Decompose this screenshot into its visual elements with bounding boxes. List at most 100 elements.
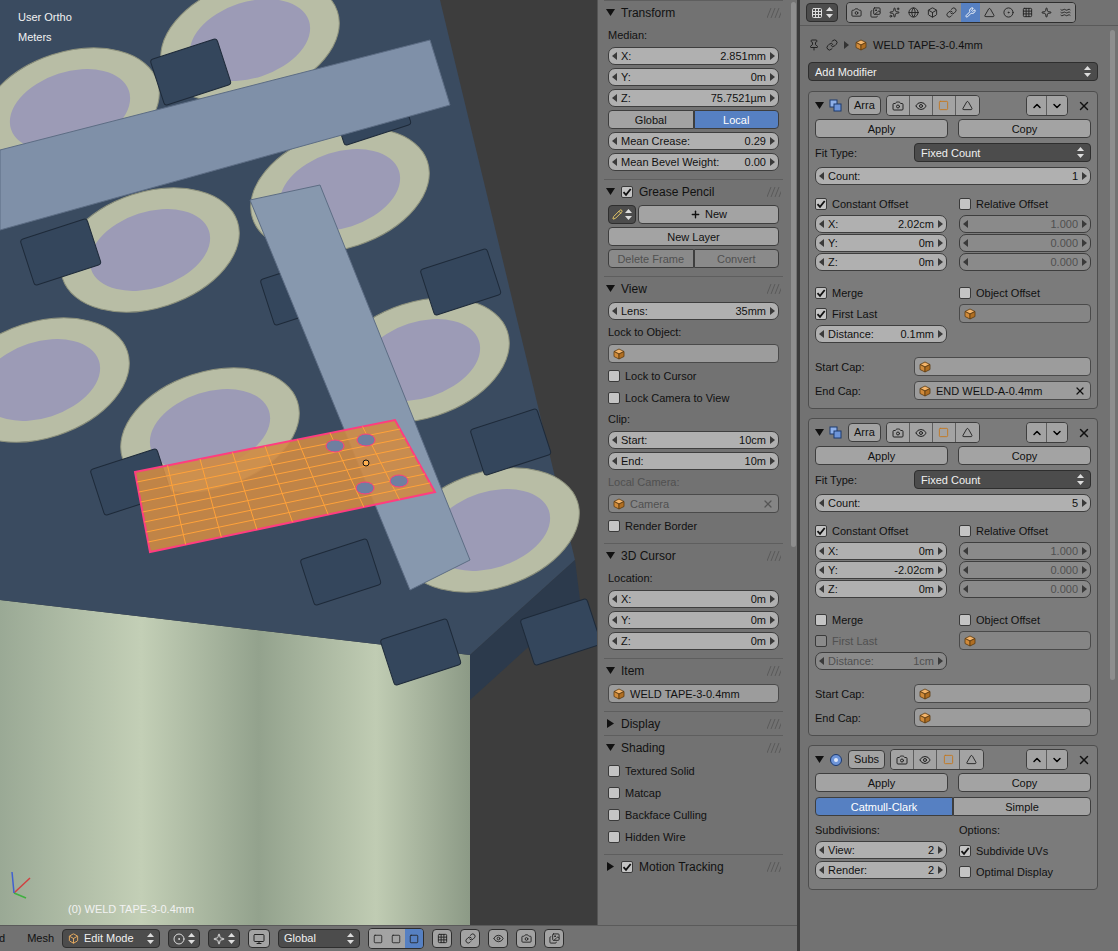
increment-icon[interactable] [938,585,943,593]
increment-icon[interactable] [770,637,775,645]
render-toggle[interactable] [887,96,910,115]
render-toggle[interactable] [891,750,914,769]
object-field[interactable] [608,344,779,363]
number-field[interactable]: Y:0m [608,611,779,629]
apply-button[interactable]: Apply [815,773,948,792]
increment-icon[interactable] [938,239,943,247]
increment-icon[interactable] [770,307,775,315]
end-cap-field[interactable]: END WELD-A-0.4mm [914,381,1091,400]
orientation-dropdown[interactable]: Global [278,929,360,948]
editmode-toggle[interactable] [933,423,956,442]
constant-offset-checkbox[interactable]: Constant Offset [815,521,947,540]
increment-icon[interactable] [938,657,943,665]
decrement-icon[interactable] [612,436,617,444]
apply-button[interactable]: Apply [815,119,948,138]
move-up-button[interactable] [1027,750,1047,769]
number-field[interactable]: X:2.851mm [608,47,779,65]
number-field[interactable]: Z:0m [608,632,779,650]
header-tool-icon[interactable] [460,929,480,948]
segment-button[interactable]: Local [694,110,780,129]
decrement-icon[interactable] [819,330,824,338]
fit-type-dropdown[interactable]: Fixed Count [914,470,1091,489]
increment-icon[interactable] [770,616,775,624]
decrement-icon[interactable] [819,172,824,180]
increment-icon[interactable] [770,158,775,166]
number-field[interactable]: Start:10cm [608,431,779,449]
modifier-name-field[interactable]: Arra [848,423,881,442]
add-modifier-dropdown[interactable]: Add Modifier [808,62,1098,81]
render-toggle[interactable] [887,423,910,442]
checkbox-box[interactable] [815,308,827,320]
clear-icon[interactable] [1074,385,1086,397]
header-tool-icon[interactable] [516,929,536,948]
decrement-icon[interactable] [963,566,968,574]
decrement-icon[interactable] [612,94,617,102]
increment-icon[interactable] [770,436,775,444]
fit-type-dropdown[interactable]: Fixed Count [914,143,1091,162]
increment-icon[interactable] [770,52,775,60]
checkbox-box[interactable] [959,525,971,537]
relative-offset-checkbox[interactable]: Relative Offset [959,521,1091,540]
grip-icon[interactable] [767,666,781,676]
decrement-icon[interactable] [612,52,617,60]
expanded-icon[interactable] [606,743,615,752]
header-tool-icon[interactable] [544,929,564,948]
context-tab[interactable] [961,3,980,22]
grip-icon[interactable] [767,8,781,18]
merge-checkbox[interactable]: Merge [815,610,947,629]
subdivision-type-button[interactable]: Catmull-Clark [815,797,953,816]
expanded-icon[interactable] [606,284,615,293]
header-tool-icon[interactable] [488,929,508,948]
move-down-button[interactable] [1047,423,1067,442]
decrement-icon[interactable] [819,239,824,247]
decrement-icon[interactable] [963,239,968,247]
constant-offset-checkbox[interactable]: Constant Offset [815,194,947,213]
collapsed-icon[interactable] [606,719,615,728]
button[interactable]: New Layer [608,227,779,246]
increment-icon[interactable] [938,258,943,266]
panel-header[interactable]: Item [604,659,783,682]
header-tool-icon[interactable] [432,929,452,948]
increment-icon[interactable] [1082,220,1087,228]
decrement-icon[interactable] [819,220,824,228]
decrement-icon[interactable] [819,499,824,507]
panel-header[interactable]: 3D Cursor [604,544,783,567]
number-field[interactable]: Lens:35mm [608,302,779,320]
object-field[interactable]: WELD TAPE-3-0.4mm [608,684,779,703]
decrement-icon[interactable] [819,657,824,665]
decrement-icon[interactable] [819,846,824,854]
decrement-icon[interactable] [612,158,617,166]
grip-icon[interactable] [767,284,781,294]
increment-icon[interactable] [938,866,943,874]
checkbox-box[interactable] [608,787,620,799]
context-tab[interactable] [847,3,866,22]
checkbox-box[interactable] [959,866,971,878]
viewport-toggle[interactable] [910,96,933,115]
viewport-scene[interactable] [0,0,597,925]
checkbox-box[interactable] [608,831,620,843]
subdivision-type[interactable]: Catmull-ClarkSimple [815,797,1091,816]
increment-icon[interactable] [1082,547,1087,555]
select-mode-buttons[interactable] [368,928,424,949]
number-field[interactable]: X:0m [608,590,779,608]
checkbox-box[interactable] [959,198,971,210]
decrement-icon[interactable] [612,307,617,315]
move-up-button[interactable] [1027,96,1047,115]
new-button[interactable]: New [638,205,779,224]
decrement-icon[interactable] [819,566,824,574]
remove-modifier-icon[interactable] [1077,753,1091,767]
shading-dropdown[interactable] [168,929,200,948]
first-last-checkbox[interactable]: First Last [815,304,947,323]
cage-toggle[interactable] [956,423,979,442]
checkbox-box[interactable] [959,845,971,857]
checkbox-box[interactable] [959,287,971,299]
relative-offset-checkbox[interactable]: Relative Offset [959,194,1091,213]
checkbox-box[interactable] [608,370,620,382]
expanded-icon[interactable] [606,8,615,17]
offset-field[interactable]: X:0m [815,542,947,560]
start-cap-field[interactable] [914,357,1091,376]
select-mode-icon[interactable] [387,929,405,948]
object-offset-checkbox[interactable]: Object Offset [959,610,1091,629]
increment-icon[interactable] [938,846,943,854]
editmode-toggle[interactable] [937,750,960,769]
